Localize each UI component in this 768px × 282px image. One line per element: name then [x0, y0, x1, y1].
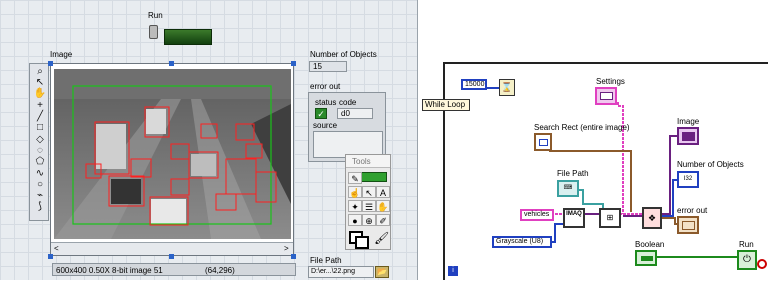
settings-label: Settings	[596, 77, 625, 86]
run-button[interactable]	[164, 29, 212, 45]
rect-icon	[539, 139, 548, 146]
i32-glyph: I32	[683, 176, 693, 182]
scroll-left-arrow[interactable]: <	[54, 244, 59, 253]
block-diagram: 15000 ⌛ While Loop Settings Search Rect …	[422, 62, 768, 280]
image-indicator-terminal[interactable]	[677, 127, 699, 145]
run-terminal[interactable]: ⏻	[737, 250, 757, 270]
boolean-label: Boolean	[635, 240, 665, 249]
file-path-terminal[interactable]: ⌨	[557, 180, 579, 197]
paint-brush-icon[interactable]: 🖌	[374, 232, 389, 244]
image-tools-toolbar: ⌕ ↖ ✋ + ╱ □ ◇ ◌ ⬠ ∿ ○ ⌁ ⟆	[29, 63, 49, 221]
shortcut-menu-icon[interactable]: ☰	[362, 200, 376, 212]
polyline-tool-icon[interactable]: ⟆	[33, 201, 47, 213]
code-indicator: d0	[337, 108, 373, 119]
scroll-right-arrow[interactable]: >	[284, 244, 289, 253]
text-tool-icon[interactable]: A	[376, 186, 390, 198]
selection-handle[interactable]	[48, 254, 53, 259]
error-out-cluster: status code ✓ d0 source	[308, 92, 386, 162]
run-label: Run	[148, 11, 163, 20]
tools-palette-title: Tools	[352, 157, 371, 166]
selection-handle[interactable]	[291, 254, 296, 259]
boolean-terminal[interactable]	[635, 250, 657, 266]
breakpoint-icon[interactable]: ●	[348, 214, 362, 226]
polygon-tool-icon[interactable]: ⬠	[33, 156, 47, 168]
file-path-value: D:\er...\22.png	[311, 268, 355, 275]
image-type-enum[interactable]: Grayscale (U8)	[492, 236, 552, 248]
imaq-read-file-vi[interactable]: ⊞	[599, 208, 621, 228]
imaq-create-vi[interactable]: IMAQ	[563, 208, 585, 228]
status-label: status	[315, 98, 337, 107]
bd-num-objects-label: Number of Objects	[677, 160, 744, 169]
hand-pan-icon[interactable]: ✋	[33, 88, 47, 100]
file-path-label: File Path	[310, 256, 342, 265]
status-checkmark-icon: ✓	[315, 108, 327, 119]
timeout-constant[interactable]: 15000	[461, 79, 487, 90]
rectangle-tool-icon[interactable]: □	[33, 122, 47, 134]
num-objects-terminal[interactable]: I32	[677, 171, 699, 188]
image-info-text: 600x400 0.50X 8-bit image 51	[56, 266, 163, 275]
settings-terminal[interactable]	[595, 87, 617, 105]
while-loop-label[interactable]: While Loop	[422, 99, 470, 111]
error-out-terminal[interactable]	[677, 216, 699, 234]
scroll-tool-icon[interactable]: ✋	[376, 200, 390, 212]
bd-error-out-label: error out	[677, 206, 708, 215]
traffic-image	[54, 69, 291, 239]
image-type-value: Grayscale (U8)	[496, 238, 544, 245]
error-cluster-icon	[682, 221, 695, 230]
num-objects-indicator: 15	[309, 61, 347, 72]
cluster-icon	[600, 92, 613, 100]
code-label: code	[339, 98, 357, 107]
selection-handle[interactable]	[291, 61, 296, 66]
object-detect-vi[interactable]: ❖	[642, 207, 662, 229]
browse-folder-icon[interactable]: 📂	[375, 266, 389, 278]
color-bg-swatch[interactable]	[355, 236, 369, 249]
error-out-label: error out	[310, 82, 341, 91]
front-panel: Run Image ⌕ ↖ ✋ + ╱ □ ◇ ◌ ⬠ ∿ ○ ⌁ ⟆ < > …	[0, 0, 418, 280]
bd-run-label: Run	[739, 240, 754, 249]
color-copy-icon[interactable]: ✐	[376, 214, 390, 226]
operate-hand-icon[interactable]: ☝	[348, 186, 362, 198]
position-arrow-icon[interactable]: ↖	[362, 186, 376, 198]
image-info-bar: 600x400 0.50X 8-bit image 51 (64,296)	[52, 263, 296, 276]
file-path-control[interactable]: D:\er...\22.png	[308, 266, 374, 278]
tools-palette: Tools ✎ ☝ ↖ A ✦ ☰ ✋ ● ⊕ ✐ 🖌	[345, 154, 391, 250]
loop-iteration-terminal: i	[448, 266, 458, 276]
image-display-label: Image	[50, 50, 73, 59]
bd-image-label: Image	[677, 117, 700, 126]
selection-handle[interactable]	[169, 254, 174, 259]
auto-tool-button[interactable]	[359, 172, 387, 182]
num-objects-label: Number of Objects	[310, 50, 377, 59]
search-rect-terminal[interactable]	[534, 133, 552, 151]
image-display[interactable]: < >	[50, 63, 294, 256]
stop-condition-icon[interactable]	[757, 259, 767, 269]
source-label: source	[313, 121, 338, 130]
run-toggle-icon[interactable]	[149, 25, 158, 39]
search-rect-label: Search Rect (entire image)	[534, 123, 630, 132]
wait-timer-icon[interactable]: ⌛	[499, 79, 515, 96]
selection-handle[interactable]	[48, 61, 53, 66]
selection-handle[interactable]	[169, 61, 174, 66]
auto-select-icon[interactable]: ✎	[348, 172, 362, 184]
tools-palette-titlebar: Tools	[346, 155, 390, 168]
bd-file-path-label: File Path	[557, 169, 589, 178]
image-icon	[682, 132, 695, 141]
boolean-icon	[641, 256, 653, 261]
probe-icon[interactable]: ⊕	[362, 214, 376, 226]
vehicles-constant[interactable]: vehicles	[520, 209, 554, 221]
wire-tool-icon[interactable]: ✦	[348, 200, 362, 212]
imaq-label: IMAQ	[566, 211, 582, 217]
image-coords-text: (64,296)	[205, 266, 235, 275]
